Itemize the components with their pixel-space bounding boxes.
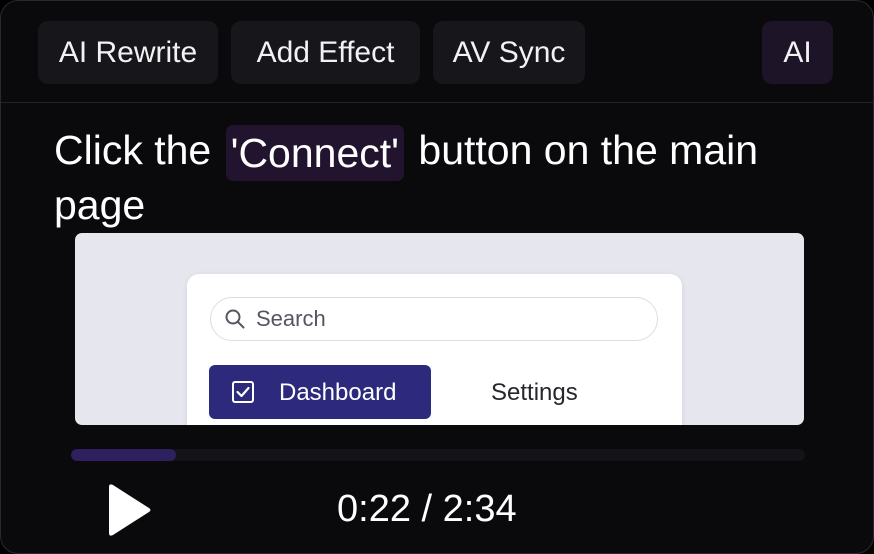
- preview-card: Search Dashboard Settings: [187, 274, 682, 425]
- total-time: 2:34: [442, 488, 517, 530]
- progress-bar[interactable]: [71, 449, 805, 461]
- add-effect-button[interactable]: Add Effect: [231, 21, 420, 84]
- toolbar: AI Rewrite Add Effect AV Sync AI: [1, 1, 873, 103]
- nav-dashboard-label: Dashboard: [279, 379, 397, 406]
- checkbox-icon: [232, 381, 254, 403]
- instruction-prefix: Click the: [54, 127, 212, 173]
- preview-nav-dashboard: Dashboard: [209, 365, 431, 419]
- progress-fill: [71, 449, 176, 461]
- preview-nav-settings: Settings: [491, 379, 578, 406]
- current-time: 0:22: [337, 488, 411, 530]
- preview-search-input: Search: [210, 297, 658, 341]
- ai-button[interactable]: AI: [762, 21, 833, 84]
- av-sync-button[interactable]: AV Sync: [433, 21, 585, 84]
- time-display: 0:22 / 2:34: [337, 486, 517, 532]
- video-guide-panel: AI Rewrite Add Effect AV Sync AI Click t…: [0, 0, 874, 554]
- video-preview[interactable]: Search Dashboard Settings: [75, 233, 804, 425]
- instruction-highlight: 'Connect': [225, 125, 404, 181]
- instruction-caption: Click the 'Connect' button on the main p…: [54, 125, 834, 229]
- search-icon: [225, 309, 245, 329]
- play-icon[interactable]: [105, 481, 155, 539]
- search-placeholder: Search: [256, 306, 326, 331]
- time-separator: /: [421, 488, 433, 530]
- ai-rewrite-button[interactable]: AI Rewrite: [38, 21, 218, 84]
